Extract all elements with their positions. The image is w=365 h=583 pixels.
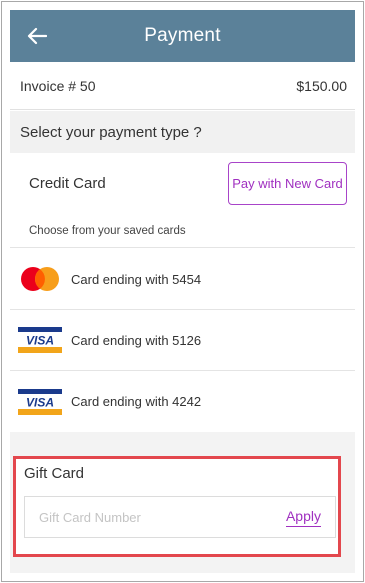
saved-cards-heading: Choose from your saved cards [10, 215, 355, 248]
gift-card-input-container: Apply [24, 496, 336, 538]
page-title: Payment [144, 25, 221, 46]
visa-icon: VISA [18, 388, 62, 416]
saved-card-4242[interactable]: VISA Card ending with 4242 [10, 371, 355, 433]
credit-card-label: Credit Card [29, 174, 106, 192]
saved-cards-list: Card ending with 5454 VISA Card ending w… [10, 249, 355, 433]
visa-icon: VISA [18, 326, 62, 354]
gift-card-section: Gift Card Apply [13, 456, 341, 557]
payment-screen: Payment Invoice # 50 $150.00 Select your… [10, 10, 355, 573]
svg-text:VISA: VISA [26, 334, 54, 348]
payment-type-prompt: Select your payment type ? [10, 111, 355, 153]
pay-with-new-card-button[interactable]: Pay with New Card [228, 161, 347, 205]
saved-card-5126[interactable]: VISA Card ending with 5126 [10, 310, 355, 371]
mastercard-icon [18, 265, 62, 293]
gift-card-title: Gift Card [24, 465, 85, 482]
invoice-row: Invoice # 50 $150.00 [10, 62, 355, 110]
app-frame: Payment Invoice # 50 $150.00 Select your… [1, 1, 364, 582]
invoice-number: Invoice # 50 [20, 77, 96, 94]
invoice-amount: $150.00 [296, 77, 347, 94]
card-label: Card ending with 5126 [71, 332, 202, 348]
credit-card-section: Credit Card Pay with New Card [10, 153, 355, 213]
card-label: Card ending with 5454 [71, 271, 202, 287]
app-header: Payment [10, 10, 355, 62]
saved-card-5454[interactable]: Card ending with 5454 [10, 249, 355, 310]
gift-card-number-input[interactable] [39, 509, 239, 525]
apply-button[interactable]: Apply [285, 508, 321, 527]
svg-text:VISA: VISA [26, 395, 54, 409]
card-label: Card ending with 4242 [71, 394, 202, 409]
